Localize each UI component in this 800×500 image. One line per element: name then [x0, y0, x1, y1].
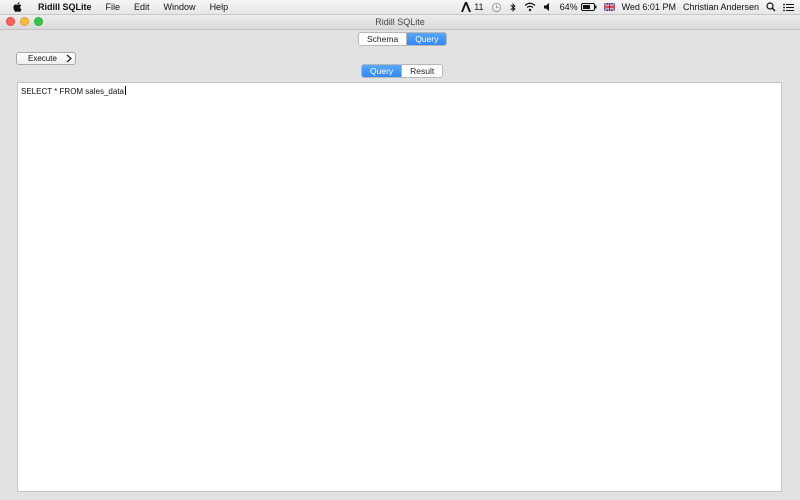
notification-count: 11 [474, 2, 484, 12]
text-caret [125, 86, 127, 95]
window-title: Ridill SQLite [375, 17, 425, 27]
battery-status[interactable]: 64% [560, 0, 597, 14]
time-machine-icon[interactable] [491, 2, 502, 13]
notification-center-icon[interactable] [783, 3, 794, 12]
tab-schema[interactable]: Schema [359, 33, 407, 45]
menu-file[interactable]: File [99, 0, 128, 14]
wifi-icon[interactable] [524, 2, 536, 12]
volume-icon[interactable] [543, 2, 553, 12]
uk-flag-icon[interactable] [603, 3, 615, 11]
menu-help[interactable]: Help [203, 0, 236, 14]
sql-editor[interactable]: SELECT * FROM sales_data [17, 82, 782, 492]
user-name[interactable]: Christian Andersen [683, 0, 759, 14]
menu-edit[interactable]: Edit [127, 0, 157, 14]
battery-percent: 64% [559, 2, 578, 12]
apple-icon[interactable] [12, 1, 24, 13]
bluetooth-icon[interactable] [509, 2, 517, 13]
subtab-query[interactable]: Query [362, 65, 402, 77]
adobe-status-item[interactable]: 11 [461, 0, 484, 14]
menu-bar: Ridill SQLite File Edit Window Help 11 6… [0, 0, 800, 15]
subtab-result[interactable]: Result [401, 65, 443, 77]
sql-editor-content: SELECT * FROM sales_data [21, 86, 127, 96]
adobe-icon [461, 2, 472, 12]
menu-window[interactable]: Window [157, 0, 203, 14]
main-tab-control: Schema Query [358, 32, 448, 46]
execute-button[interactable]: Execute [16, 52, 76, 65]
menu-bar-left: Ridill SQLite File Edit Window Help [0, 0, 235, 14]
sql-text: SELECT * FROM sales_data [21, 87, 125, 96]
title-bar[interactable]: Ridill SQLite [0, 15, 800, 30]
chevron-right-icon [66, 54, 72, 63]
tab-query[interactable]: Query [406, 33, 447, 45]
menu-app-name[interactable]: Ridill SQLite [34, 0, 99, 14]
query-view-tab-control: Query Result [361, 64, 444, 78]
clock[interactable]: Wed 6:01 PM [622, 0, 676, 14]
execute-button-label: Execute [28, 54, 57, 63]
app-window: Ridill SQLite Schema Query Execute Query… [0, 15, 800, 500]
spotlight-search-icon[interactable] [766, 2, 776, 12]
battery-icon [580, 3, 597, 11]
menu-bar-status: 11 64% Wed 6:01 PM Christian Andersen [461, 0, 794, 14]
